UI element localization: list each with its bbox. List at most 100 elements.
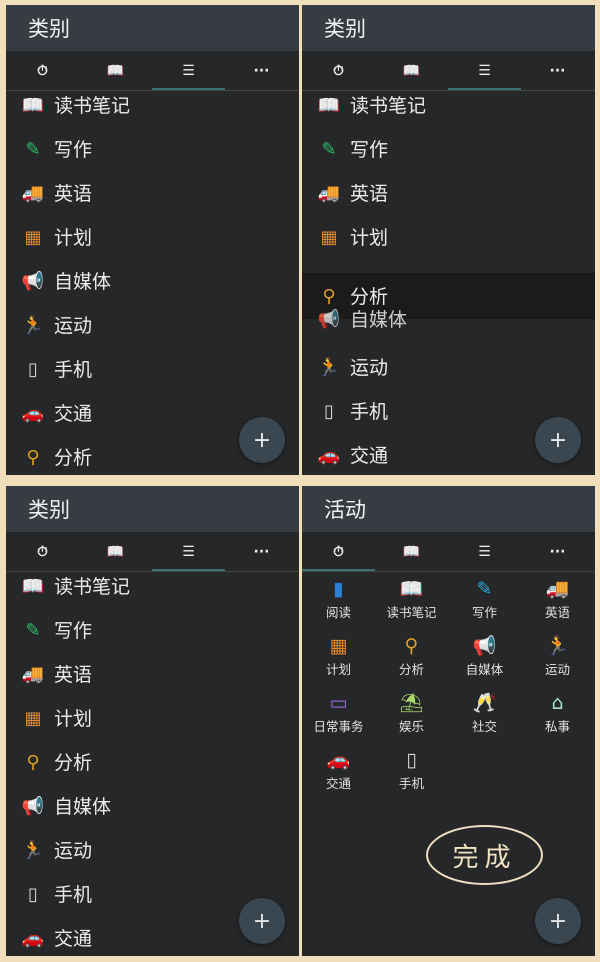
megaphone-icon: 📢 xyxy=(317,308,341,330)
list-item-label: 分析 xyxy=(54,752,93,774)
list-item-label: 交通 xyxy=(350,445,389,467)
runner-icon: 🏃 xyxy=(21,839,45,861)
list-item[interactable]: 📖 读书笔记 xyxy=(6,564,299,608)
tab-list[interactable]: ☰ xyxy=(448,532,521,572)
megaphone-icon: 📢 xyxy=(21,795,45,817)
activity-label: 分析 xyxy=(398,662,424,677)
list-item[interactable]: ⚲ 分析 xyxy=(6,740,299,784)
activity-label: 交通 xyxy=(325,776,351,791)
runner-icon: 🏃 xyxy=(545,635,570,657)
list-item[interactable]: 🚚 英语 xyxy=(302,171,595,215)
list-item[interactable]: 🏃 运动 xyxy=(6,303,299,347)
list-item-label: 运动 xyxy=(350,357,389,379)
activity-item[interactable]: 📖 读书笔记 xyxy=(375,576,448,626)
list-item[interactable]: ▦ 计划 xyxy=(302,215,595,259)
activity-item[interactable]: ⛱ 娱乐 xyxy=(375,690,448,740)
activity-label: 手机 xyxy=(398,776,424,791)
house-icon: ⌂ xyxy=(551,692,564,714)
open-book-icon: 📖 xyxy=(399,578,424,600)
activity-item[interactable]: ▦ 计划 xyxy=(302,633,375,683)
done-stamp: 完成 xyxy=(426,825,543,885)
list-item[interactable]: 📖 读书笔记 xyxy=(6,83,299,127)
car-icon: 🚗 xyxy=(317,444,341,466)
list-item[interactable]: ✎ 写作 xyxy=(6,608,299,652)
list-item-label: 写作 xyxy=(54,139,93,161)
phone-icon: ▯ xyxy=(406,749,417,771)
list-item[interactable]: ✎ 写作 xyxy=(6,127,299,171)
list-item-label: 英语 xyxy=(54,183,93,205)
activity-item[interactable]: ▯ 手机 xyxy=(375,747,448,797)
activity-item[interactable]: 🏃 运动 xyxy=(521,633,594,683)
activity-item[interactable]: ▭ 日常事务 xyxy=(302,690,375,740)
stopwatch-icon: ⏱ xyxy=(333,63,344,79)
list-item-label: 写作 xyxy=(54,620,93,642)
calendar-icon: ▦ xyxy=(320,226,338,248)
list-item: 📢 自媒体 xyxy=(302,297,595,341)
page-title: 活动 xyxy=(324,498,366,522)
list-item[interactable]: 📢 自媒体 xyxy=(6,784,299,828)
megaphone-icon: 📢 xyxy=(472,635,497,657)
analysis-icon: ⚲ xyxy=(26,751,40,773)
list-item-label: 英语 xyxy=(54,664,93,686)
list-item-label: 读书笔记 xyxy=(54,576,131,598)
tab-book[interactable]: 📖 xyxy=(375,532,448,572)
activity-label: 英语 xyxy=(544,605,570,620)
activity-item[interactable]: ▮ 阅读 xyxy=(302,576,375,626)
cheers-icon: 🥂 xyxy=(472,692,497,714)
phone-icon: ▯ xyxy=(28,358,38,380)
app-header: 类别 xyxy=(6,486,299,532)
list-item-label: 分析 xyxy=(54,447,93,469)
list-item[interactable]: 📢 自媒体 xyxy=(6,259,299,303)
list-item[interactable]: 🏃 运动 xyxy=(6,828,299,872)
list-item-label: 读书笔记 xyxy=(350,95,427,117)
phone-icon: ▯ xyxy=(28,883,38,905)
list-item-label: 运动 xyxy=(54,840,93,862)
list-item[interactable]: ▯ 手机 xyxy=(6,347,299,391)
add-button[interactable]: + xyxy=(535,898,581,944)
list-item[interactable]: ✎ 写作 xyxy=(302,127,595,171)
page-title: 类别 xyxy=(28,498,70,522)
activity-item[interactable]: ⚲ 分析 xyxy=(375,633,448,683)
divider xyxy=(302,571,595,572)
stopwatch-icon: ⏱ xyxy=(37,63,48,79)
activity-item[interactable]: ✎ 写作 xyxy=(448,576,521,626)
calendar-icon: ▦ xyxy=(24,226,42,248)
add-button[interactable]: + xyxy=(535,417,581,463)
list-item-label: 运动 xyxy=(54,315,93,337)
more-icon: ··· xyxy=(549,544,566,560)
app-header: 类别 xyxy=(302,5,595,51)
list-icon: ☰ xyxy=(182,63,195,79)
open-book-icon: 📖 xyxy=(21,575,45,597)
list-item[interactable]: ▦ 计划 xyxy=(6,215,299,259)
car-icon: 🚗 xyxy=(326,749,351,771)
quill-icon: ✎ xyxy=(476,578,493,600)
book-icon: 📖 xyxy=(106,63,125,79)
tab-more[interactable]: ··· xyxy=(521,532,594,572)
analysis-icon: ⚲ xyxy=(26,446,40,468)
activity-item[interactable]: 📢 自媒体 xyxy=(448,633,521,683)
activity-label: 写作 xyxy=(471,605,497,620)
activity-item[interactable]: 🚗 交通 xyxy=(302,747,375,797)
activity-panel: 活动 ⏱ 📖 ☰ ··· ▮ 阅读 📖 读书笔记 ✎ 写作 🚚 英语 ▦ 计划 ⚲ 分析 📢 自媒体 🏃 运动… xyxy=(302,486,595,956)
beach-icon: ⛱ xyxy=(399,692,424,714)
add-button[interactable]: + xyxy=(239,898,285,944)
truck-icon: 🚚 xyxy=(317,182,341,204)
activity-label: 阅读 xyxy=(325,605,351,620)
phone-icon: ▯ xyxy=(324,400,334,422)
list-item[interactable]: 🚚 英语 xyxy=(6,652,299,696)
activity-item[interactable]: 🚚 英语 xyxy=(521,576,594,626)
dragging-row[interactable]: ⚲ 分析 📢 自媒体 xyxy=(302,273,595,331)
book-icon: 📖 xyxy=(106,544,125,560)
activity-item[interactable]: 🥂 社交 xyxy=(448,690,521,740)
activity-item[interactable]: ⌂ 私事 xyxy=(521,690,594,740)
book-icon: 📖 xyxy=(402,544,421,560)
list-item[interactable]: 🚚 英语 xyxy=(6,171,299,215)
tab-timer[interactable]: ⏱ xyxy=(302,532,375,572)
list-item[interactable]: ▦ 计划 xyxy=(6,696,299,740)
more-icon: ··· xyxy=(253,544,270,560)
quill-icon: ✎ xyxy=(321,138,337,160)
add-button[interactable]: + xyxy=(239,417,285,463)
activity-label: 社交 xyxy=(471,719,497,734)
list-item[interactable]: 🏃 运动 xyxy=(302,345,595,389)
list-item[interactable]: 📖 读书笔记 xyxy=(302,83,595,127)
